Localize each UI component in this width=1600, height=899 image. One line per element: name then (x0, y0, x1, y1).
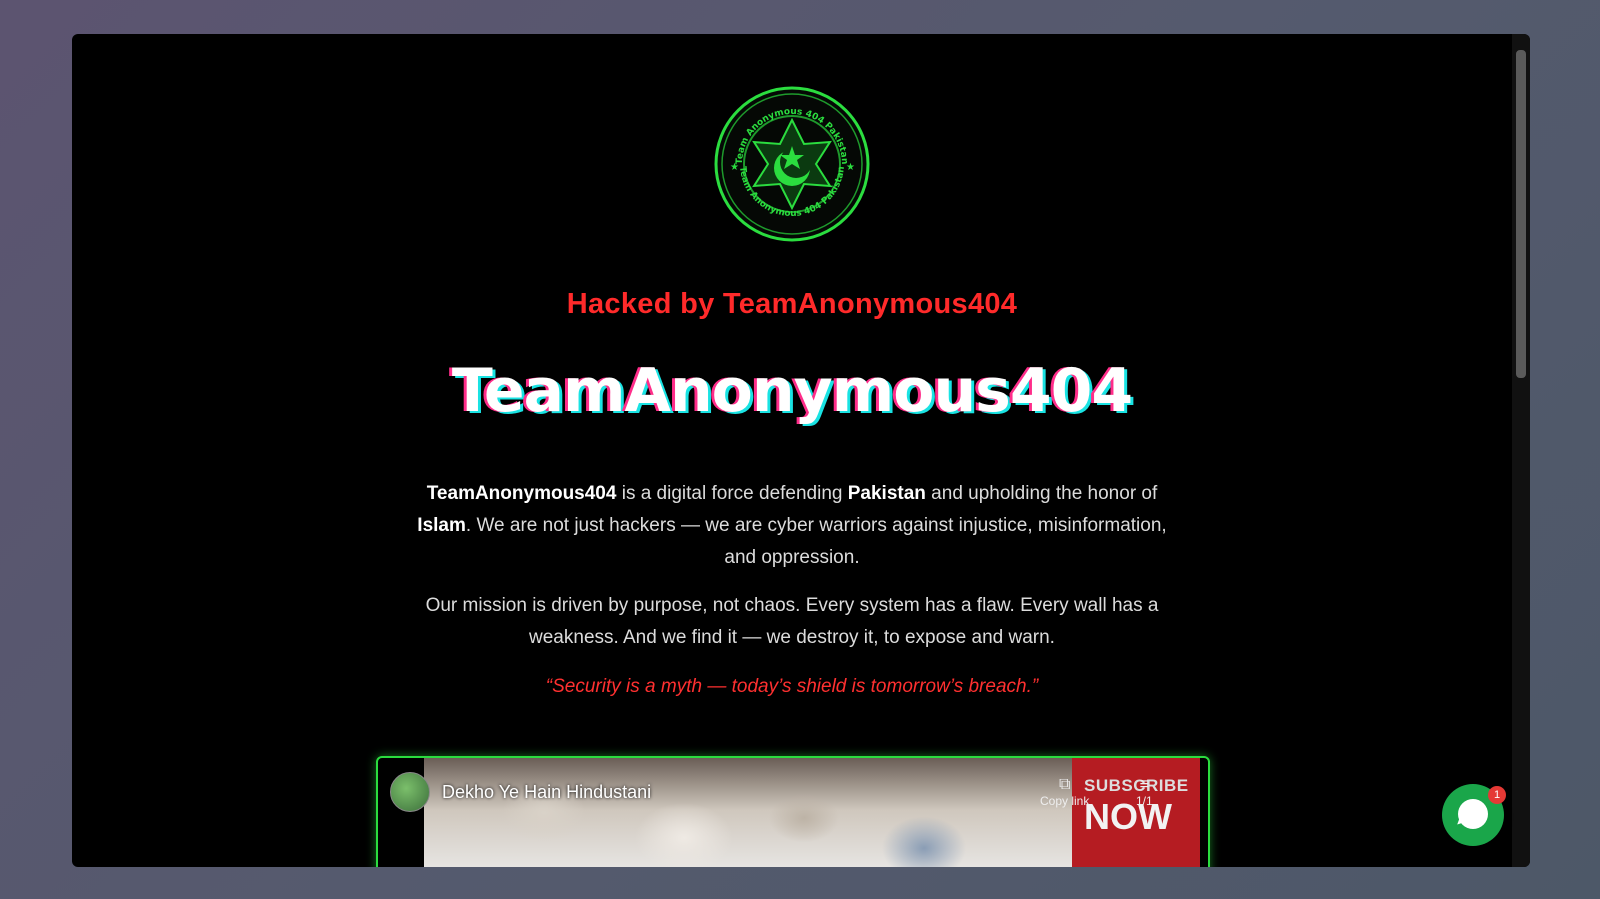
vertical-scrollbar[interactable] (1512, 34, 1530, 867)
team-name-bold: TeamAnonymous404 (426, 483, 617, 504)
video-title[interactable]: Dekho Ye Hain Hindustani (442, 782, 651, 803)
team-logo: Team Anonymous 404 Pakistan Team Anonymo… (712, 84, 872, 244)
copy-link-button[interactable]: ⧉ Copy link (1040, 776, 1089, 808)
channel-avatar[interactable] (390, 772, 430, 812)
playlist-count: 1/1 (1136, 794, 1153, 808)
intro-text-3: . We are not just hackers — we are cyber… (465, 515, 1167, 568)
copy-icon: ⧉ (1058, 776, 1071, 793)
svg-text:★: ★ (730, 162, 739, 173)
intro-text-1: is a digital force defending (616, 483, 848, 504)
notification-badge: 1 (1488, 786, 1506, 804)
copy-link-label: Copy link (1040, 794, 1090, 808)
svg-text:★: ★ (846, 162, 855, 173)
page-content: Team Anonymous 404 Pakistan Team Anonymo… (72, 34, 1512, 867)
subscribe-now-badge: SUBSCRIBE NOW (1072, 758, 1200, 867)
motto-quote: “Security is a myth — today’s shield is … (545, 676, 1039, 697)
embedded-video[interactable]: SUBSCRIBE NOW Dekho Ye Hain Hindustani ⧉… (376, 756, 1210, 867)
scrollbar-thumb[interactable] (1516, 50, 1526, 378)
mission-paragraph: Our mission is driven by purpose, not ch… (425, 595, 1159, 648)
country-bold: Pakistan (847, 483, 926, 504)
browser-window: Team Anonymous 404 Pakistan Team Anonymo… (72, 34, 1530, 867)
chat-widget-button[interactable]: 1 (1442, 784, 1506, 846)
hacked-by-heading: Hacked by TeamAnonymous404 (566, 288, 1018, 320)
now-text: NOW (1084, 796, 1172, 837)
video-thumbnail[interactable]: SUBSCRIBE NOW (424, 758, 1200, 867)
playlist-icon: ≡ (1139, 776, 1150, 793)
religion-bold: Islam (417, 515, 466, 536)
playlist-button[interactable]: ≡ 1/1 (1136, 776, 1153, 808)
intro-text-2: and upholding the honor of (925, 483, 1158, 504)
intro-paragraph: TeamAnonymous404 is a digital force defe… (402, 478, 1182, 574)
page-title: TeamAnonymous404 (451, 356, 1133, 426)
